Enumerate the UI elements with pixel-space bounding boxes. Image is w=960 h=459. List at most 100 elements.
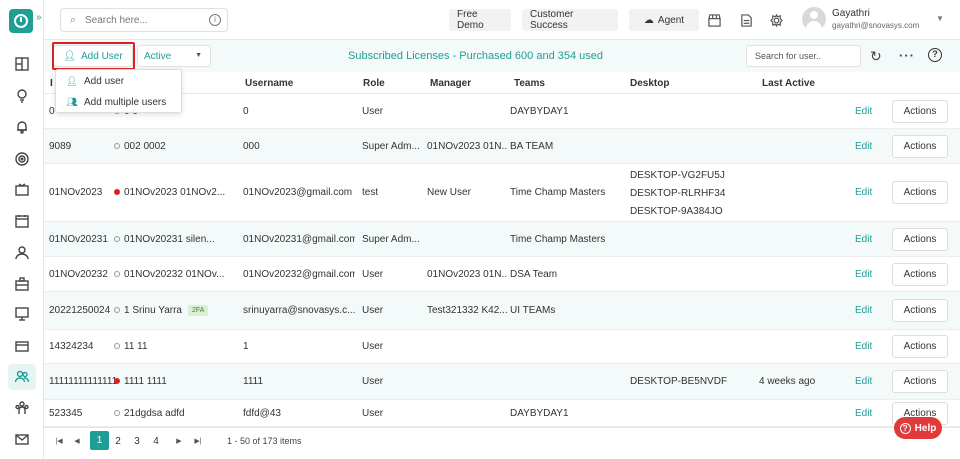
actions-button[interactable]: Actions (892, 135, 948, 158)
col-last-active[interactable]: Last Active (762, 78, 815, 89)
credit-card-icon[interactable] (12, 336, 32, 356)
user-icon[interactable] (12, 243, 32, 263)
info-icon[interactable]: i (209, 14, 221, 26)
prev-page-icon[interactable]: ◀ (68, 432, 86, 450)
actions-button[interactable]: Actions (892, 100, 948, 123)
global-search-input[interactable] (85, 14, 195, 26)
cell-username: 01NOv2023@gmail.com (243, 187, 353, 198)
mail-icon[interactable] (12, 429, 32, 449)
cell-desktop: DESKTOP-9A384JO (630, 206, 723, 217)
cell-full-name[interactable]: 21dgdsa adfd (114, 408, 185, 419)
users-icon[interactable] (8, 364, 36, 390)
edit-link[interactable]: Edit (855, 106, 872, 117)
actions-button[interactable]: Actions (892, 181, 948, 204)
document-icon[interactable] (738, 12, 754, 28)
table-row[interactable]: 01NOv20232 01NOv20232 01NOv... 01NOv20232@… (44, 257, 960, 292)
refresh-icon[interactable]: ↻ (870, 48, 882, 65)
customer-success-button[interactable]: Customer Success (522, 9, 618, 31)
actions-button[interactable]: Actions (892, 370, 948, 393)
menu-item-add-user-label: Add user (84, 75, 125, 87)
first-page-icon[interactable]: |◀ (50, 432, 68, 450)
cell-id: 01NOv20232 (49, 269, 108, 280)
people-icon: 👥︎ (66, 96, 78, 107)
edit-link[interactable]: Edit (855, 187, 872, 198)
menu-item-add-multiple-users[interactable]: 👥︎ Add multiple users (65, 94, 166, 110)
user-menu-caret-icon[interactable]: ▼ (936, 14, 944, 23)
cell-role: User (362, 106, 384, 117)
table-row[interactable]: 14324234 11 11 1 User Edit Actions (44, 330, 960, 364)
page-1[interactable]: 1 (90, 431, 109, 450)
cell-full-name[interactable]: 1 Srinu Yarra 2FA (114, 305, 209, 316)
user-search[interactable] (746, 45, 861, 67)
edit-link[interactable]: Edit (855, 341, 872, 352)
team-icon[interactable] (12, 398, 32, 418)
table-row[interactable]: 20221250024 1 Srinu Yarra 2FA srinuyarra@sn… (44, 292, 960, 330)
full-name-text: 1111 1111 (124, 376, 167, 387)
users-toolbar: 👤︎ Add User Active ▼ Subscribed Licenses… (44, 40, 960, 72)
bell-icon[interactable] (12, 117, 32, 137)
col-role[interactable]: Role (363, 78, 385, 89)
cell-id: 14324234 (49, 341, 94, 352)
page-4[interactable]: 4 (147, 432, 165, 450)
table-row[interactable]: 01NOv20231 01NOv20231 silen... 01NOv20231@… (44, 222, 960, 257)
tv-icon[interactable] (12, 180, 32, 200)
free-demo-button[interactable]: Free Demo (449, 9, 511, 31)
table-row[interactable]: 9089 002 0002 000 Super Adm... 01NOv2023 01N… (44, 129, 960, 164)
cell-teams: DAYBYDAY1 (510, 106, 569, 117)
cell-full-name[interactable]: 002 0002 (114, 141, 166, 152)
col-username[interactable]: Username (245, 78, 293, 89)
add-user-button[interactable]: 👤︎ Add User (53, 45, 133, 67)
edit-link[interactable]: Edit (855, 376, 872, 387)
actions-button[interactable]: Actions (892, 335, 948, 358)
next-page-icon[interactable]: ▶ (170, 432, 188, 450)
help-button[interactable]: ? Help (894, 417, 942, 439)
actions-button[interactable]: Actions (892, 263, 948, 286)
cell-full-name[interactable]: 01NOv20231 silen... (114, 234, 215, 245)
table-row[interactable]: 11111111111111111 1111 1111 1111 User DESKTO… (44, 364, 960, 400)
status-filter-select[interactable]: Active ▼ (137, 45, 211, 67)
edit-link[interactable]: Edit (855, 269, 872, 280)
page-2[interactable]: 2 (109, 432, 127, 450)
cell-role: User (362, 341, 384, 352)
more-options-icon[interactable]: ··· (899, 48, 915, 63)
edit-link[interactable]: Edit (855, 408, 872, 419)
agent-button[interactable]: ☁ Agent (629, 9, 699, 31)
cell-full-name[interactable]: 11 11 (114, 341, 148, 352)
table-row[interactable]: 523345 21dgdsa adfd fdfd@43 User DAYBYDAY1 Ed… (44, 400, 960, 427)
app-logo[interactable] (9, 9, 33, 33)
monitor-icon[interactable] (12, 304, 32, 324)
page-3[interactable]: 3 (128, 432, 146, 450)
target-icon[interactable] (12, 149, 32, 169)
edit-link[interactable]: Edit (855, 234, 872, 245)
col-desktop[interactable]: Desktop (630, 78, 669, 89)
expand-sidebar-icon[interactable]: » (36, 12, 42, 23)
cell-full-name[interactable]: 01NOv2023 01NOv2... (114, 187, 225, 198)
actions-button[interactable]: Actions (892, 228, 948, 251)
actions-button[interactable]: Actions (892, 299, 948, 322)
help-circle-icon[interactable]: ? (928, 48, 942, 62)
edit-link[interactable]: Edit (855, 141, 872, 152)
edit-link[interactable]: Edit (855, 305, 872, 316)
cell-teams: DSA Team (510, 269, 558, 280)
cell-manager: New User (427, 187, 471, 198)
menu-item-add-user[interactable]: 👤︎ Add user (65, 73, 124, 89)
cell-role: User (362, 269, 384, 280)
lightbulb-icon[interactable] (12, 86, 32, 106)
cell-full-name[interactable]: 01NOv20232 01NOv... (114, 269, 224, 280)
user-avatar[interactable] (802, 7, 826, 31)
last-page-icon[interactable]: ▶| (189, 432, 207, 450)
settings-gear-icon[interactable] (768, 12, 784, 28)
dashboard-icon[interactable] (12, 54, 32, 74)
col-teams[interactable]: Teams (514, 78, 545, 89)
help-question-icon: ? (899, 422, 911, 434)
cell-full-name[interactable]: 1111 1111 (114, 376, 167, 387)
table-row[interactable]: 01NOv2023 01NOv2023 01NOv2... 01NOv2023@gm… (44, 164, 960, 222)
calendar-icon[interactable] (12, 211, 32, 231)
user-search-input[interactable] (755, 51, 860, 61)
col-id: I (50, 78, 53, 89)
full-name-text: 01NOv20231 silen... (124, 234, 215, 245)
briefcase-icon[interactable] (12, 274, 32, 294)
global-search[interactable]: ⌕ i (60, 8, 228, 32)
store-icon[interactable] (706, 12, 722, 28)
col-manager[interactable]: Manager (430, 78, 471, 89)
